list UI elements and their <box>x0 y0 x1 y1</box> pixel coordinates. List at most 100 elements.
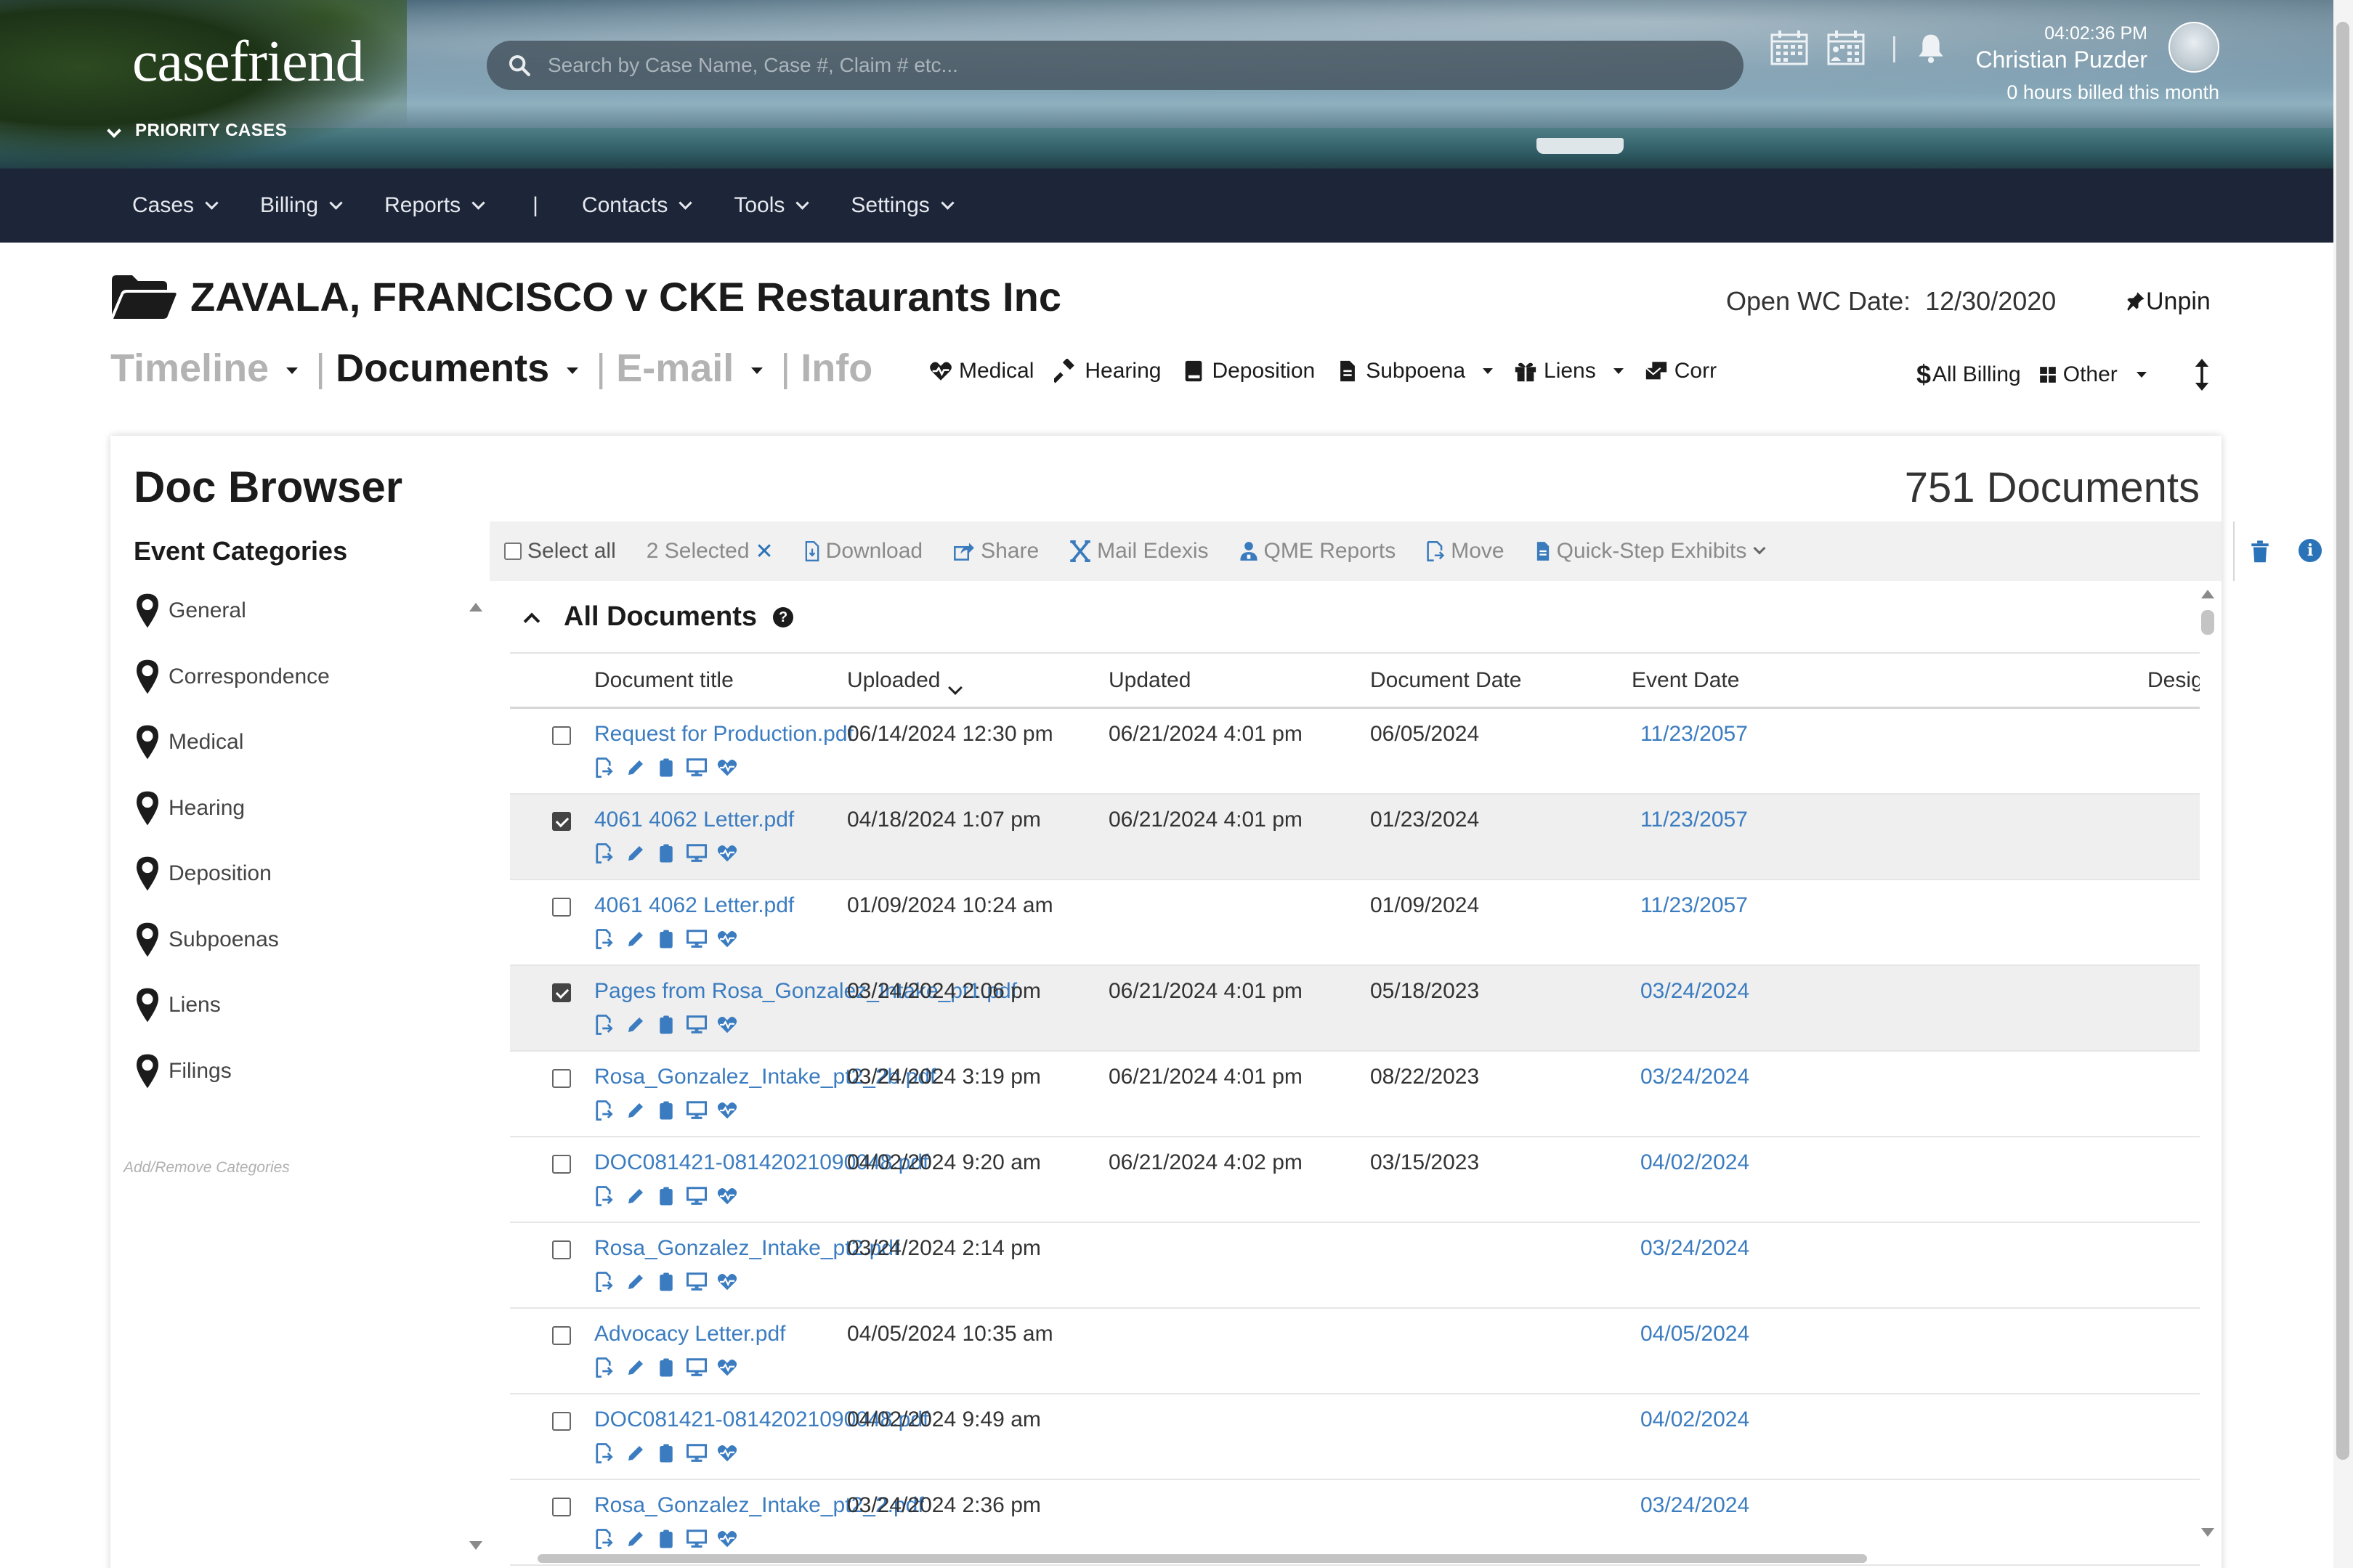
subtab-hearing[interactable]: Hearing <box>1054 359 1161 383</box>
heart-pulse-icon[interactable] <box>716 1271 738 1293</box>
table-row[interactable]: Rosa_Gonzalez_Intake_pt2.pdf 03/24/2024 2… <box>510 1223 2200 1309</box>
search-input[interactable] <box>548 54 1710 77</box>
select-all-checkbox[interactable]: Select all <box>504 539 616 564</box>
heart-pulse-icon[interactable] <box>716 1357 738 1378</box>
table-horizontal-scrollbar[interactable] <box>526 1553 2197 1564</box>
other-dropdown[interactable]: Other <box>2038 362 2147 387</box>
clipboard-icon[interactable] <box>655 1271 677 1293</box>
priority-cases-toggle[interactable]: PRIORITY CASES <box>107 121 287 141</box>
table-row[interactable]: Advocacy Letter.pdf 04/05/2024 10:35 am 04… <box>510 1309 2200 1394</box>
calendar-user-icon[interactable] <box>1826 29 1866 65</box>
column-updated[interactable]: Updated <box>1109 668 1191 693</box>
table-vertical-scrollbar[interactable] <box>2201 610 2214 635</box>
column-designation[interactable]: Desig <box>2147 668 2200 693</box>
event-date-link[interactable]: 11/23/2057 <box>1640 808 1748 832</box>
move-document-icon[interactable] <box>594 1014 616 1036</box>
event-date-link[interactable]: 04/05/2024 <box>1640 1322 1749 1346</box>
move-document-icon[interactable] <box>594 1100 616 1121</box>
column-event-date[interactable]: Event Date <box>1632 668 1739 693</box>
pencil-icon[interactable] <box>625 1014 647 1036</box>
table-row[interactable]: DOC081421-08142021090048.pdf 04/02/2024 9… <box>510 1394 2200 1480</box>
trash-icon[interactable] <box>2251 540 2269 564</box>
desktop-icon[interactable] <box>686 1185 708 1207</box>
nav-cases[interactable]: Cases <box>132 193 219 218</box>
all-documents-header[interactable]: All Documents ? <box>523 601 794 633</box>
desktop-icon[interactable] <box>686 757 708 779</box>
clipboard-icon[interactable] <box>655 1442 677 1464</box>
pencil-icon[interactable] <box>625 1442 647 1464</box>
scroll-up-arrow[interactable] <box>469 603 482 612</box>
notification-bell-icon[interactable] <box>1916 32 1945 64</box>
search-bar[interactable] <box>487 41 1744 90</box>
clipboard-icon[interactable] <box>655 1528 677 1550</box>
event-date-link[interactable]: 03/24/2024 <box>1640 1236 1749 1261</box>
tab-info[interactable]: Info <box>801 346 872 391</box>
category-item[interactable]: Medical <box>135 724 243 760</box>
row-checkbox[interactable] <box>552 983 571 1002</box>
move-document-icon[interactable] <box>594 928 616 950</box>
event-date-link[interactable]: 11/23/2057 <box>1640 722 1748 747</box>
tab-documents[interactable]: Documents <box>336 346 596 391</box>
row-checkbox[interactable] <box>552 1412 571 1431</box>
event-date-link[interactable]: 03/24/2024 <box>1640 1493 1749 1518</box>
clipboard-icon[interactable] <box>655 842 677 864</box>
calendar-grid-icon[interactable] <box>1770 29 1809 65</box>
desktop-icon[interactable] <box>686 928 708 950</box>
pencil-icon[interactable] <box>625 1357 647 1378</box>
clipboard-icon[interactable] <box>655 1014 677 1036</box>
event-date-link[interactable]: 03/24/2024 <box>1640 979 1749 1004</box>
category-item[interactable]: Hearing <box>135 790 245 826</box>
qme-reports-button[interactable]: QME Reports <box>1239 539 1396 564</box>
row-checkbox[interactable] <box>552 726 571 745</box>
document-title-link[interactable]: 4061 4062 Letter.pdf <box>594 808 794 832</box>
nav-settings[interactable]: Settings <box>851 193 955 218</box>
page-scrollbar[interactable] <box>2333 0 2353 1568</box>
row-checkbox[interactable] <box>552 1069 571 1088</box>
nav-contacts[interactable]: Contacts <box>582 193 693 218</box>
desktop-icon[interactable] <box>686 1100 708 1121</box>
clipboard-icon[interactable] <box>655 1185 677 1207</box>
row-checkbox[interactable] <box>552 898 571 917</box>
heart-pulse-icon[interactable] <box>716 1185 738 1207</box>
event-date-link[interactable]: 11/23/2057 <box>1640 893 1748 918</box>
all-billing-button[interactable]: $ All Billing <box>1916 359 2021 390</box>
column-document-date[interactable]: Document Date <box>1370 668 1521 693</box>
nav-reports[interactable]: Reports <box>384 193 485 218</box>
category-item[interactable]: Correspondence <box>135 659 330 695</box>
pencil-icon[interactable] <box>625 1100 647 1121</box>
column-document-title[interactable]: Document title <box>594 668 734 693</box>
move-document-icon[interactable] <box>594 757 616 779</box>
heart-pulse-icon[interactable] <box>716 757 738 779</box>
tab-email[interactable]: E-mail <box>616 346 780 391</box>
move-document-icon[interactable] <box>594 1442 616 1464</box>
mail-edexis-button[interactable]: Mail Edexis <box>1069 539 1209 564</box>
table-row[interactable]: Request for Production.pdf 06/14/2024 12:… <box>510 709 2200 795</box>
quick-step-exhibits-dropdown[interactable]: Quick-Step Exhibits <box>1535 539 1766 564</box>
desktop-icon[interactable] <box>686 1528 708 1550</box>
category-item[interactable]: Deposition <box>135 856 272 892</box>
info-icon[interactable]: i <box>2299 539 2322 562</box>
event-date-link[interactable]: 04/02/2024 <box>1640 1407 1749 1432</box>
clipboard-icon[interactable] <box>655 757 677 779</box>
move-document-icon[interactable] <box>594 842 616 864</box>
avatar[interactable] <box>2168 22 2219 73</box>
subtab-corr[interactable]: Corr <box>1644 359 1717 383</box>
tab-timeline[interactable]: Timeline <box>110 346 315 391</box>
category-item[interactable]: Filings <box>135 1053 232 1089</box>
clipboard-icon[interactable] <box>655 1357 677 1378</box>
move-document-icon[interactable] <box>594 1357 616 1378</box>
category-item[interactable]: Subpoenas <box>135 922 279 958</box>
row-checkbox[interactable] <box>552 1155 571 1174</box>
heart-pulse-icon[interactable] <box>716 1442 738 1464</box>
move-document-icon[interactable] <box>594 1271 616 1293</box>
pencil-icon[interactable] <box>625 842 647 864</box>
add-remove-categories-link[interactable]: Add/Remove Categories <box>123 1159 290 1177</box>
unpin-button[interactable]: Unpin <box>2126 288 2211 316</box>
pencil-icon[interactable] <box>625 1271 647 1293</box>
column-uploaded[interactable]: Uploaded <box>847 668 940 693</box>
event-date-link[interactable]: 04/02/2024 <box>1640 1150 1749 1175</box>
table-row[interactable]: Pages from Rosa_Gonzalez_Intake_pt1.pdf 0… <box>510 966 2200 1052</box>
heart-pulse-icon[interactable] <box>716 928 738 950</box>
document-title-link[interactable]: Request for Production.pdf <box>594 722 854 747</box>
document-title-link[interactable]: 4061 4062 Letter.pdf <box>594 893 794 918</box>
